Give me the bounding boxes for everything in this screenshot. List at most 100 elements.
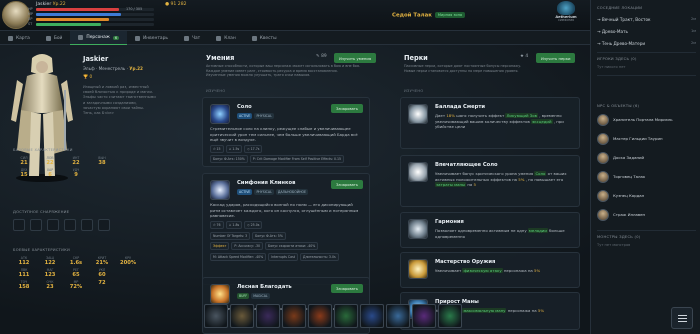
hero-name: Jaskier (83, 55, 109, 63)
combat-stat-cell: 72 (98, 280, 106, 286)
combat-stat-cell: УКЛ 60 (98, 268, 106, 278)
combat-stat-cell: ЗАЩ 122 (44, 256, 56, 266)
bag-icon (135, 35, 140, 41)
zone-badge: Мирная зона (434, 12, 466, 18)
main-nav: Карта Бой Персонаж 6 Инвентарь Чат Клан Квесты (0, 31, 590, 45)
stat-bar (36, 18, 154, 21)
bar-label: ST (28, 22, 33, 26)
perks-description: Пассивные перки, которые дают постоянные… (404, 64, 522, 73)
menu-button[interactable] (671, 307, 693, 329)
stat-cell: ВЫН 38 (98, 156, 106, 166)
neighbor-location[interactable]: → Тень Древо-Матери 2м (597, 38, 696, 48)
perks-column: Перки ★ 4 Изучить перки Пассивные перки,… (400, 45, 585, 334)
equip-slot[interactable] (64, 219, 76, 231)
equip-slot[interactable] (81, 219, 93, 231)
combat-stats-title: БОЕВЫЕ ХАРАКТЕРИСТИКИ (13, 248, 70, 252)
perk-card[interactable]: Мастерство Оружия Увеличивает физическую … (400, 252, 580, 288)
skills-description: Активные способности, которые ваш персон… (206, 64, 360, 78)
npc-item[interactable]: Кузнец Кордал (597, 189, 696, 203)
skill-solo-icon (210, 104, 230, 124)
tab-5[interactable]: Клан (208, 31, 244, 45)
skill-card[interactable]: Симфония Клинков ACTIVE PHYSICAL ДАЛЬНОБОЙ… (202, 173, 370, 285)
skill-blades-icon (210, 180, 230, 200)
monsters-empty: Тут нет монстров (597, 243, 631, 247)
skill-card[interactable]: Соло ACTIVE PHYSICAL Зачаровать Стремител… (202, 97, 370, 167)
combat-stat-cell: КРИТ 21% (95, 256, 109, 266)
perks-count: ★ 4 (520, 54, 529, 59)
tab-3[interactable]: Инвентарь (127, 31, 176, 45)
enchant-button[interactable]: Зачаровать (331, 180, 363, 189)
npc-portrait (597, 133, 609, 145)
enchant-button[interactable]: Зачаровать (331, 284, 363, 293)
base-stats-grid: СИЛ 21 ЛОВ 22 ИНТ 22 ВЫН 38 ДУХ 15 ХАР 6 УДЧ 9 (13, 156, 113, 178)
combat-stat-cell: СКР 1.6s (69, 256, 83, 266)
perk-card[interactable]: Впечатляющее Соло Увеличивает бонус крити… (400, 155, 580, 207)
bar-label: XP (28, 17, 33, 21)
stat-cell: ХАР 6 (46, 168, 54, 178)
hero-race-class: Эльф · Менестрель · Ур.22 (83, 66, 143, 71)
player-avatar[interactable] (2, 1, 30, 29)
perk-icon (408, 219, 428, 239)
hotbar-slot[interactable] (386, 304, 410, 328)
combat-stat-cell: АТК 112 (18, 256, 30, 266)
skills-column: Умения ✎ 89 Изучить умения Активные спос… (202, 45, 392, 334)
npc-portrait (597, 152, 609, 164)
enchant-button[interactable]: Зачаровать (331, 104, 363, 113)
hotbar-slot[interactable] (334, 304, 358, 328)
npc-portrait (597, 114, 609, 126)
hotbar-slot[interactable] (360, 304, 384, 328)
perk-title: Мастерство Оружия (435, 259, 496, 265)
npc-item[interactable]: Хранитель Портала Мириэль (597, 113, 696, 127)
shield-icon (216, 35, 222, 41)
tab-2[interactable]: Персонаж 6 (70, 31, 127, 45)
tab-4[interactable]: Чат (176, 31, 208, 45)
location-name: Седой Талак Мирная зона (392, 12, 466, 19)
player-name: Jaskier Ур.22 (36, 2, 66, 7)
stat-cell: ИНТ 22 (72, 156, 80, 166)
bar-value: 170 / 305 (126, 7, 143, 11)
npc-item[interactable]: Доска Заданий (597, 151, 696, 165)
tab-label: Бой (53, 35, 63, 41)
top-bar: Jaskier Ур.22 HP 170 / 305 MP XP ST ● 91 282… (0, 0, 590, 31)
hotbar-slot[interactable] (204, 304, 228, 328)
npc-portrait (597, 171, 609, 183)
skills-studied-label: ИЗУЧЕНО (206, 89, 226, 93)
hotbar-slot[interactable] (412, 304, 436, 328)
hotbar-slot[interactable] (308, 304, 332, 328)
npc-item[interactable]: Мастер Гильдии Таурин (597, 132, 696, 146)
npc-item[interactable]: Страж Иллавен (597, 208, 696, 222)
perk-card[interactable]: Баллада Смерти Дает 18% шанс получить эфф… (400, 97, 580, 149)
stat-cell: СИЛ 21 (20, 156, 28, 166)
neighbor-location[interactable]: → Вечный Тракт, Восток 2м (597, 14, 696, 24)
person-icon (78, 35, 84, 40)
hotbar-slot[interactable] (230, 304, 254, 328)
equip-slots (13, 219, 110, 231)
skill-description: Стремительное соло на клинку, режущее сл… (210, 126, 358, 143)
combat-stat-cell (117, 280, 139, 290)
stat-cell: ДУХ 15 (20, 168, 28, 178)
equip-slot[interactable] (47, 219, 59, 231)
perk-description: Дает 18% шанс получить эффект Ликующий З… (435, 113, 564, 130)
skills-count: ✎ 89 (316, 54, 327, 59)
hotbar-slot[interactable] (282, 304, 306, 328)
tab-label: Клан (224, 35, 236, 41)
equip-slot[interactable] (98, 219, 110, 231)
learn-perks-button[interactable]: Изучить перки (536, 53, 576, 63)
learn-skills-button[interactable]: Изучить умения (334, 53, 377, 63)
neighbor-location[interactable]: → Древо-Мать 1м (597, 26, 696, 36)
perk-card[interactable]: Гармония Позволяет одновременно активным … (400, 212, 580, 248)
tab-label: Карта (16, 35, 30, 41)
equip-slot[interactable] (13, 219, 25, 231)
equip-slot[interactable] (30, 219, 42, 231)
tab-6[interactable]: Квесты (244, 31, 285, 45)
combat-stat-cell: ТОЧ 158 (18, 280, 30, 290)
tab-0[interactable]: Карта (0, 31, 38, 45)
hotbar-slot[interactable] (438, 304, 462, 328)
tab-1[interactable]: Бой (38, 31, 71, 45)
neighbors-title: СОСЕДНИЕ ЛОКАЦИИ (597, 6, 643, 10)
perk-description: Позволяет одновременно активным не одну … (435, 228, 565, 239)
skills-title: Умения (206, 54, 235, 62)
hotbar-slot[interactable] (256, 304, 280, 328)
npc-item[interactable]: Торговец Талак (597, 170, 696, 184)
equip-title: ДОСТУПНОЕ СНАРЯЖЕНИЕ (13, 210, 70, 214)
